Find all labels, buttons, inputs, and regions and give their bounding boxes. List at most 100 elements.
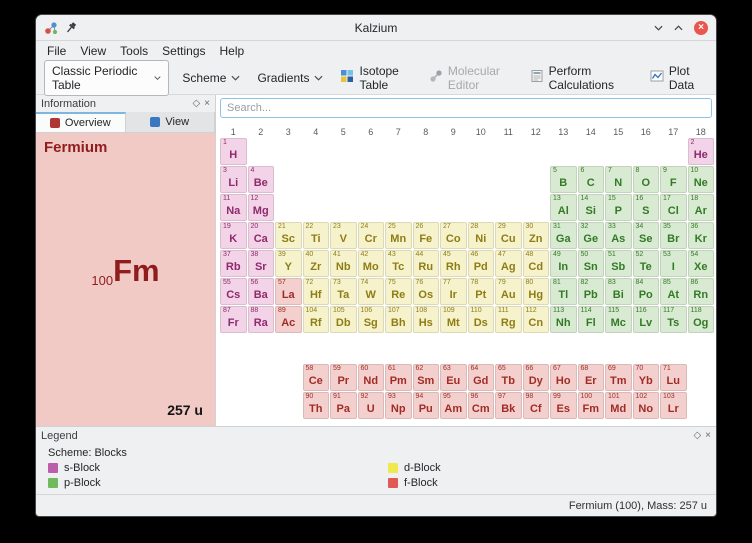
element-Bh[interactable]: 107Bh xyxy=(385,306,412,333)
element-U[interactable]: 92U xyxy=(358,392,385,419)
element-As[interactable]: 33As xyxy=(605,222,632,249)
element-Ra[interactable]: 88Ra xyxy=(248,306,275,333)
element-Sc[interactable]: 21Sc xyxy=(275,222,302,249)
gradients-dropdown[interactable]: Gradients xyxy=(253,68,327,88)
element-Cs[interactable]: 55Cs xyxy=(220,278,247,305)
element-Og[interactable]: 118Og xyxy=(688,306,715,333)
element-Fm[interactable]: 100Fm xyxy=(578,392,605,419)
element-Ta[interactable]: 73Ta xyxy=(330,278,357,305)
search-input[interactable] xyxy=(220,98,712,118)
element-Cr[interactable]: 24Cr xyxy=(358,222,385,249)
close-panel-icon[interactable]: × xyxy=(705,431,711,441)
element-Rn[interactable]: 86Rn xyxy=(688,278,715,305)
element-Be[interactable]: 4Be xyxy=(248,166,275,193)
element-Hs[interactable]: 108Hs xyxy=(413,306,440,333)
element-Re[interactable]: 75Re xyxy=(385,278,412,305)
element-H[interactable]: 1H xyxy=(220,138,247,165)
element-Co[interactable]: 27Co xyxy=(440,222,467,249)
element-Fe[interactable]: 26Fe xyxy=(413,222,440,249)
element-Th[interactable]: 90Th xyxy=(303,392,330,419)
element-Ga[interactable]: 31Ga xyxy=(550,222,577,249)
scheme-dropdown[interactable]: Scheme xyxy=(178,68,244,88)
element-Md[interactable]: 101Md xyxy=(605,392,632,419)
element-Ag[interactable]: 47Ag xyxy=(495,250,522,277)
element-Si[interactable]: 14Si xyxy=(578,194,605,221)
menu-help[interactable]: Help xyxy=(213,42,252,60)
tab-overview[interactable]: Overview xyxy=(36,112,126,132)
titlebar[interactable]: Kalzium × xyxy=(36,15,716,41)
element-Na[interactable]: 11Na xyxy=(220,194,247,221)
menu-settings[interactable]: Settings xyxy=(155,42,212,60)
element-K[interactable]: 19K xyxy=(220,222,247,249)
element-Hf[interactable]: 72Hf xyxy=(303,278,330,305)
isotope-table-button[interactable]: Isotope Table xyxy=(336,61,415,95)
element-Ds[interactable]: 110Ds xyxy=(468,306,495,333)
element-Er[interactable]: 68Er xyxy=(578,364,605,391)
element-Rb[interactable]: 37Rb xyxy=(220,250,247,277)
element-Hg[interactable]: 80Hg xyxy=(523,278,550,305)
element-Gd[interactable]: 64Gd xyxy=(468,364,495,391)
element-Mc[interactable]: 115Mc xyxy=(605,306,632,333)
element-Ti[interactable]: 22Ti xyxy=(303,222,330,249)
element-Ho[interactable]: 67Ho xyxy=(550,364,577,391)
element-Ir[interactable]: 77Ir xyxy=(440,278,467,305)
element-I[interactable]: 53I xyxy=(660,250,687,277)
element-Nh[interactable]: 113Nh xyxy=(550,306,577,333)
element-Np[interactable]: 93Np xyxy=(385,392,412,419)
element-S[interactable]: 16S xyxy=(633,194,660,221)
element-Db[interactable]: 105Db xyxy=(330,306,357,333)
element-Es[interactable]: 99Es xyxy=(550,392,577,419)
element-Ge[interactable]: 32Ge xyxy=(578,222,605,249)
close-button[interactable]: × xyxy=(694,21,708,35)
element-C[interactable]: 6C xyxy=(578,166,605,193)
element-P[interactable]: 15P xyxy=(605,194,632,221)
element-Zn[interactable]: 30Zn xyxy=(523,222,550,249)
element-Mn[interactable]: 25Mn xyxy=(385,222,412,249)
element-Te[interactable]: 52Te xyxy=(633,250,660,277)
element-Bk[interactable]: 97Bk xyxy=(495,392,522,419)
maximize-button[interactable] xyxy=(674,25,683,31)
element-Ts[interactable]: 117Ts xyxy=(660,306,687,333)
element-Ca[interactable]: 20Ca xyxy=(248,222,275,249)
element-Tc[interactable]: 43Tc xyxy=(385,250,412,277)
element-Lu[interactable]: 71Lu xyxy=(660,364,687,391)
element-Tm[interactable]: 69Tm xyxy=(605,364,632,391)
tab-view[interactable]: View xyxy=(126,112,216,132)
element-Bi[interactable]: 83Bi xyxy=(605,278,632,305)
element-Tb[interactable]: 65Tb xyxy=(495,364,522,391)
menu-view[interactable]: View xyxy=(73,42,113,60)
element-Ar[interactable]: 18Ar xyxy=(688,194,715,221)
element-Nd[interactable]: 60Nd xyxy=(358,364,385,391)
element-Sm[interactable]: 62Sm xyxy=(413,364,440,391)
element-Yb[interactable]: 70Yb xyxy=(633,364,660,391)
element-At[interactable]: 85At xyxy=(660,278,687,305)
plot-data-button[interactable]: Plot Data xyxy=(646,61,708,95)
element-Cf[interactable]: 98Cf xyxy=(523,392,550,419)
element-Rf[interactable]: 104Rf xyxy=(303,306,330,333)
element-Pu[interactable]: 94Pu xyxy=(413,392,440,419)
table-type-select[interactable]: Classic Periodic Table xyxy=(44,60,169,96)
element-Lv[interactable]: 116Lv xyxy=(633,306,660,333)
element-Cu[interactable]: 29Cu xyxy=(495,222,522,249)
element-Dy[interactable]: 66Dy xyxy=(523,364,550,391)
element-Mo[interactable]: 42Mo xyxy=(358,250,385,277)
element-Sb[interactable]: 51Sb xyxy=(605,250,632,277)
element-Cm[interactable]: 96Cm xyxy=(468,392,495,419)
element-Ru[interactable]: 44Ru xyxy=(413,250,440,277)
element-Pd[interactable]: 46Pd xyxy=(468,250,495,277)
element-Fl[interactable]: 114Fl xyxy=(578,306,605,333)
element-W[interactable]: 74W xyxy=(358,278,385,305)
element-Ne[interactable]: 10Ne xyxy=(688,166,715,193)
element-Ac[interactable]: 89Ac xyxy=(275,306,302,333)
element-Po[interactable]: 84Po xyxy=(633,278,660,305)
element-Tl[interactable]: 81Tl xyxy=(550,278,577,305)
element-Os[interactable]: 76Os xyxy=(413,278,440,305)
element-Rh[interactable]: 45Rh xyxy=(440,250,467,277)
element-Eu[interactable]: 63Eu xyxy=(440,364,467,391)
float-panel-icon[interactable]: ◇ xyxy=(693,431,701,441)
element-Sn[interactable]: 50Sn xyxy=(578,250,605,277)
close-panel-icon[interactable]: × xyxy=(204,99,210,109)
minimize-button[interactable] xyxy=(654,25,663,31)
element-Nb[interactable]: 41Nb xyxy=(330,250,357,277)
element-Fr[interactable]: 87Fr xyxy=(220,306,247,333)
